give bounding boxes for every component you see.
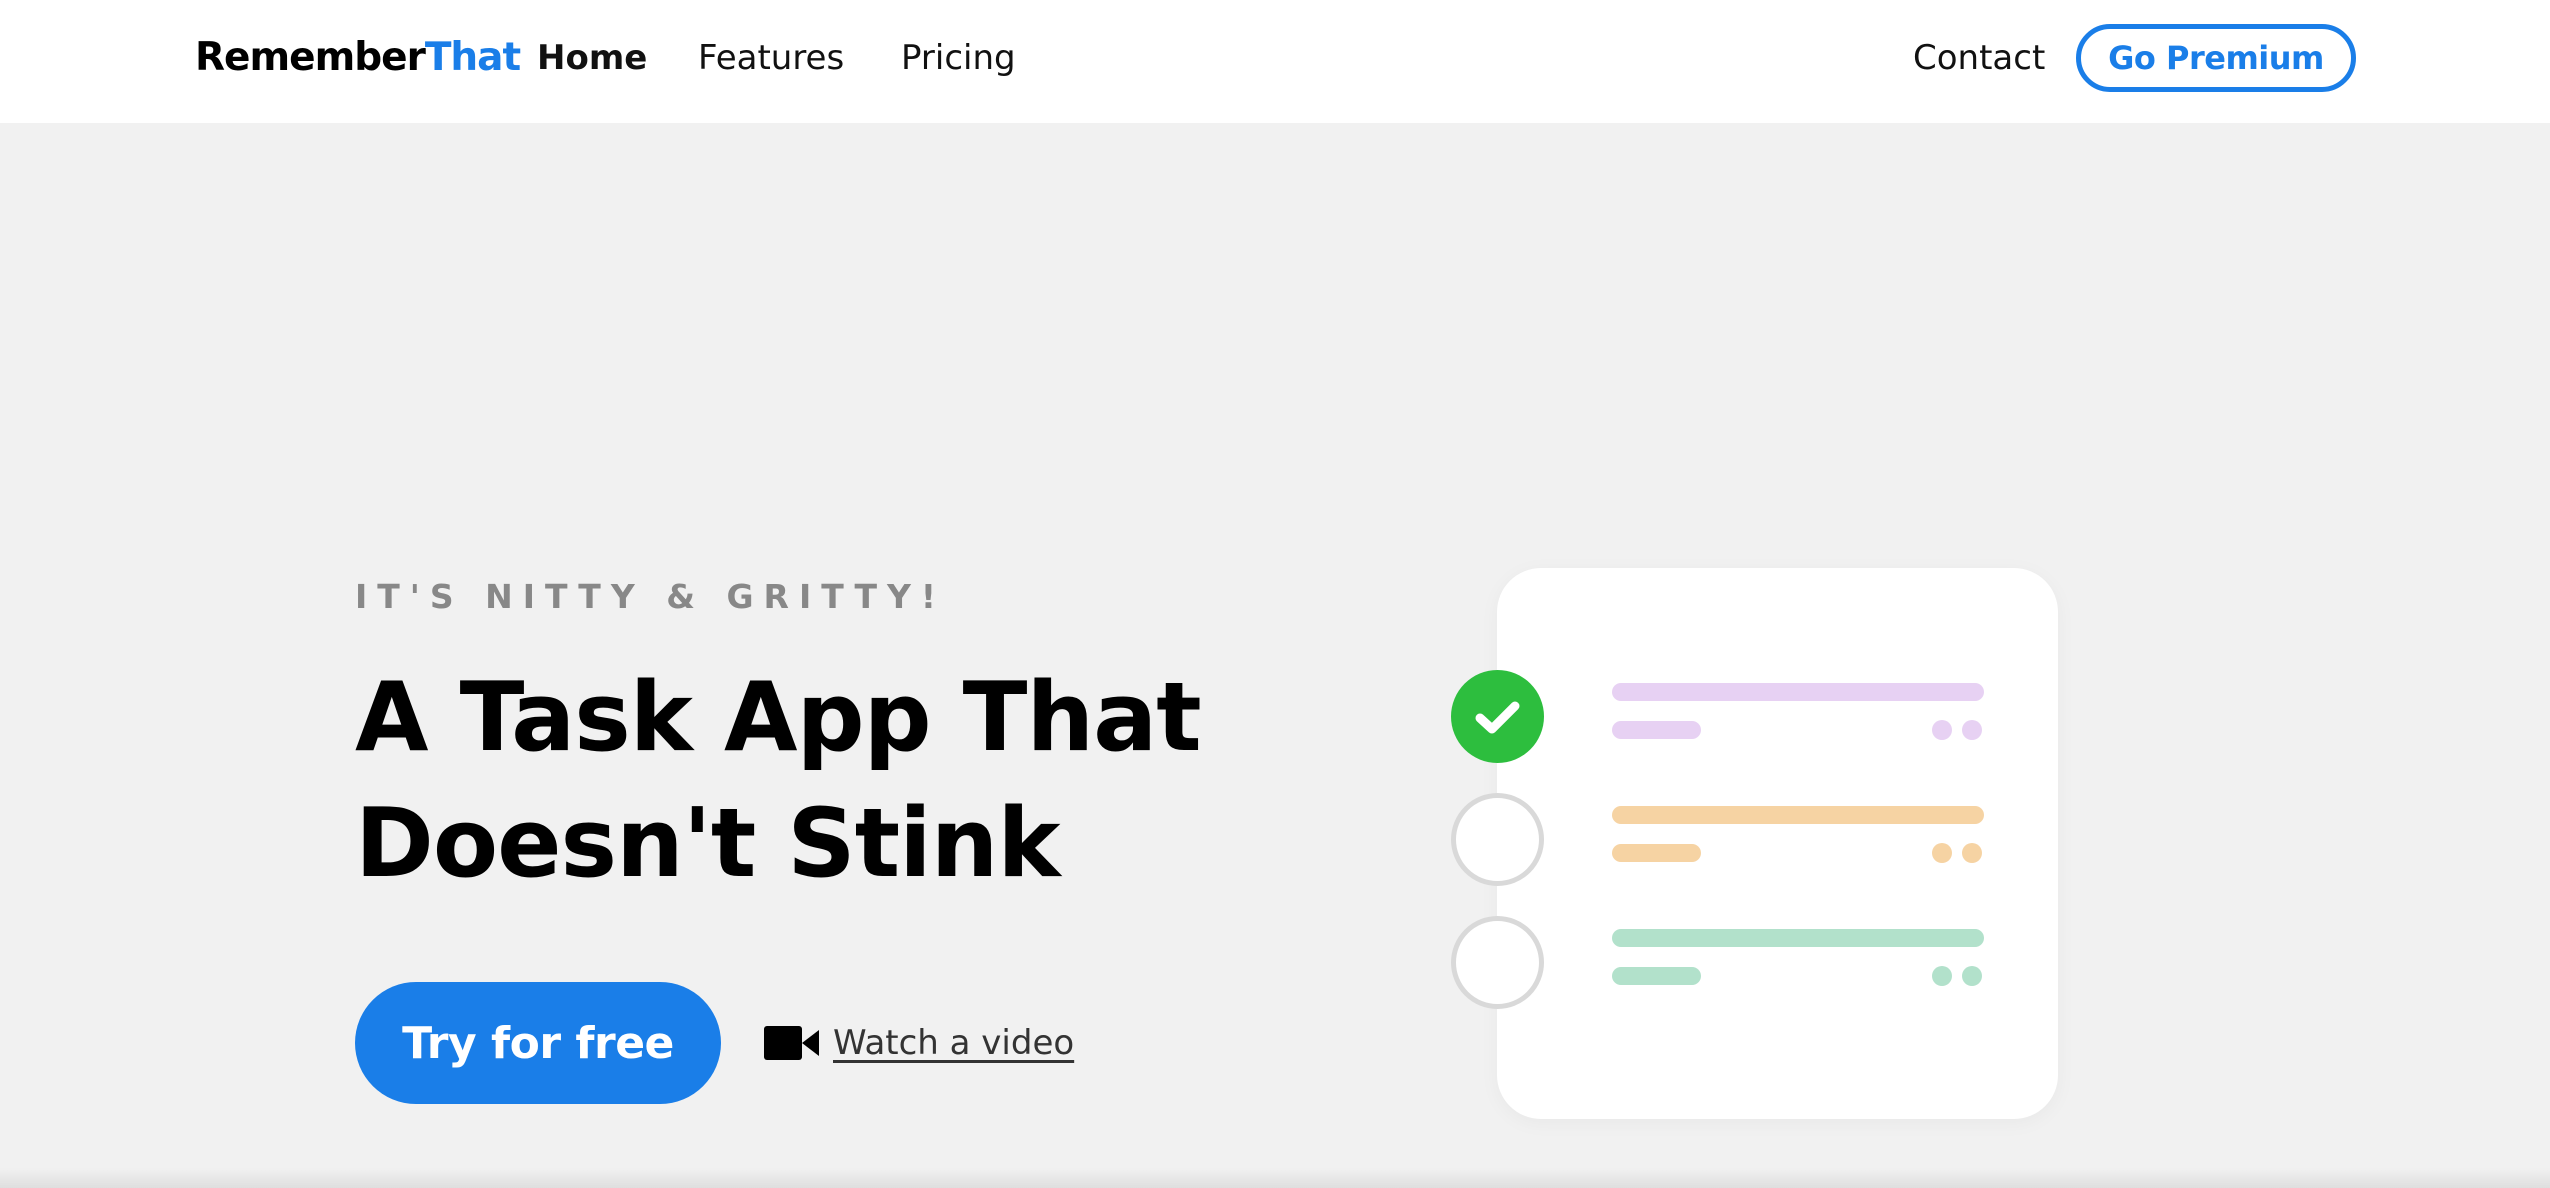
checkmark-icon (1475, 701, 1520, 734)
headline-line-2: Doesn't Stink (355, 789, 1061, 899)
nav-link-home[interactable]: Home (537, 36, 647, 80)
task-title-bar (1612, 929, 1984, 947)
task-check-empty-icon (1451, 793, 1544, 886)
hero-eyebrow: IT'S NITTY & GRITTY! (355, 577, 946, 616)
task-meta-bar (1612, 721, 1701, 739)
try-for-free-button[interactable]: Try for free (355, 982, 721, 1104)
logo-text-remember: Remember (195, 35, 426, 80)
nav-link-contact[interactable]: Contact (1913, 36, 2045, 80)
go-premium-button[interactable]: Go Premium (2076, 24, 2356, 92)
task-check-done-icon (1451, 670, 1544, 763)
task-title-bar (1612, 806, 1984, 824)
task-dot (1962, 966, 1982, 986)
task-check-empty-icon (1451, 916, 1544, 1009)
logo[interactable]: Remember That (195, 30, 521, 86)
task-meta-bar (1612, 844, 1701, 862)
watch-video-link[interactable]: Watch a video (764, 1013, 1074, 1073)
task-dot (1962, 843, 1982, 863)
video-camera-icon (764, 1026, 819, 1060)
nav-link-pricing[interactable]: Pricing (901, 36, 1016, 80)
task-dot (1932, 720, 1952, 740)
navbar: Remember That Home Features Pricing Conta… (0, 0, 2550, 123)
section-divider-shadow (0, 1168, 2550, 1188)
logo-text-that: That (424, 35, 521, 80)
task-dot (1932, 843, 1952, 863)
watch-video-label: Watch a video (833, 1023, 1075, 1063)
headline-line-1: A Task App That (355, 663, 1202, 773)
task-meta-bar (1612, 967, 1701, 985)
hero-headline: A Task App That Doesn't Stink (355, 655, 1255, 907)
task-dot (1932, 966, 1952, 986)
nav-link-features[interactable]: Features (698, 36, 844, 80)
task-dot (1962, 720, 1982, 740)
task-title-bar (1612, 683, 1984, 701)
